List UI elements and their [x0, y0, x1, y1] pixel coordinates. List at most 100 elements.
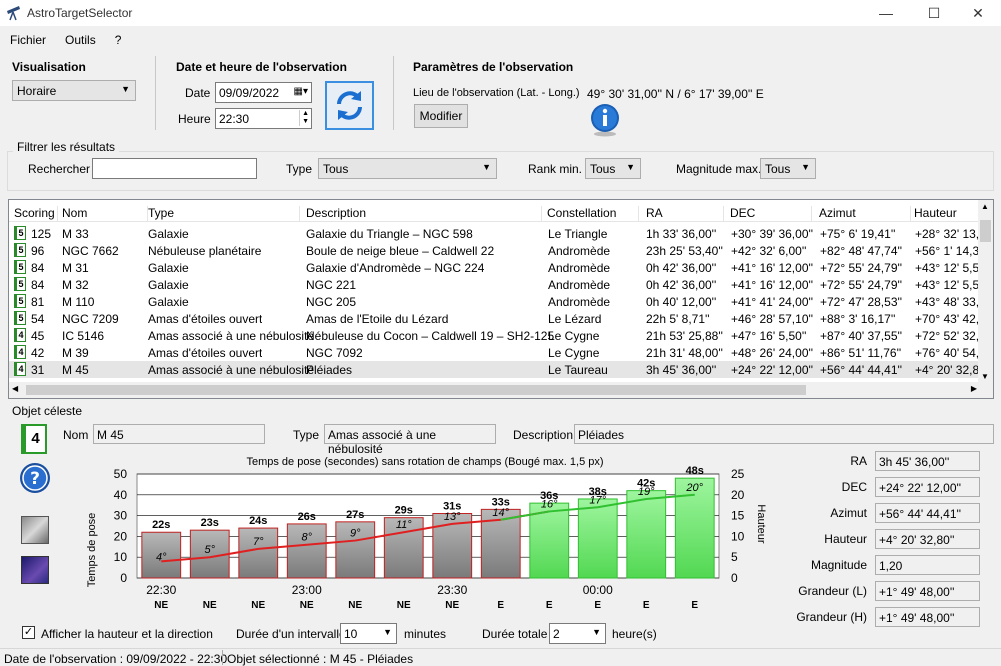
- targets-table: Scoring Nom Type Description Constellati…: [8, 199, 994, 399]
- table-row[interactable]: 5 81 M 110 Galaxie NGC 205 Andromède 0h 40' 12…: [9, 293, 986, 310]
- detail-label: Grandeur (H): [796, 610, 867, 624]
- total-select[interactable]: 2 ▼: [549, 623, 606, 644]
- col-dec[interactable]: DEC: [730, 206, 812, 222]
- cell-desc: Nébuleuse du Cocon – Caldwell 19 – SH2-1…: [306, 329, 555, 343]
- cell-az: +72° 55' 24,79'': [820, 278, 903, 292]
- info-icon[interactable]: [588, 103, 622, 137]
- calendar-icon: ▦▾: [293, 86, 308, 97]
- detail-value: +1° 49' 48,00'': [875, 581, 980, 601]
- col-ra[interactable]: RA: [646, 206, 724, 222]
- col-constellation[interactable]: Constellation: [547, 206, 639, 222]
- scroll-right-icon[interactable]: ▶: [971, 384, 977, 393]
- direction-label: E: [643, 600, 650, 611]
- scroll-thumb[interactable]: [26, 385, 806, 395]
- cell-ra: 0h 40' 12,00'': [646, 295, 717, 309]
- chevron-down-icon: ▼: [482, 162, 491, 172]
- col-nom[interactable]: Nom: [62, 206, 148, 222]
- height-label: 14°: [492, 507, 509, 519]
- bar-label: 48s: [686, 465, 704, 477]
- minimize-button[interactable]: —: [863, 0, 909, 26]
- status-bar: Date de l'observation : 09/09/2022 - 22:…: [0, 648, 1001, 666]
- exposure-bar: [626, 490, 667, 579]
- mag-filter-select[interactable]: Tous ▼: [760, 158, 816, 179]
- col-type[interactable]: Type: [148, 206, 300, 222]
- horizontal-scrollbar[interactable]: ◀ ▶: [9, 382, 993, 398]
- rank-icon: 4: [14, 328, 26, 342]
- show-height-checkbox[interactable]: ✓: [22, 626, 35, 639]
- maximize-button[interactable]: ☐: [911, 0, 957, 26]
- scroll-down-icon[interactable]: ▼: [981, 372, 989, 381]
- scroll-left-icon[interactable]: ◀: [12, 384, 18, 393]
- table-row[interactable]: 5 96 NGC 7662 Nébuleuse planétaire Boule de …: [9, 242, 986, 259]
- time-picker[interactable]: 22:30 ▲ ▼: [215, 108, 312, 129]
- col-description[interactable]: Description: [306, 206, 542, 222]
- cell-dec: +46° 28' 57,10'': [731, 312, 814, 326]
- type-filter-select[interactable]: Tous ▼: [318, 158, 497, 179]
- bar-label: 22s: [152, 519, 170, 531]
- interval-select[interactable]: 10 ▼: [340, 623, 397, 644]
- table-row[interactable]: 4 31 M 45 Amas associé à une nébulosité Pléi…: [9, 361, 986, 378]
- scroll-thumb[interactable]: [980, 220, 991, 242]
- col-hauteur[interactable]: Hauteur: [914, 206, 979, 222]
- table-row[interactable]: 5 125 M 33 Galaxie Galaxie du Triangle – NGC…: [9, 225, 986, 242]
- cell-haut: +43° 12' 5,59: [915, 278, 986, 292]
- y2-tick-label: 5: [731, 550, 738, 564]
- window-title: AstroTargetSelector: [27, 6, 133, 20]
- cell-score: 45: [31, 329, 45, 343]
- modify-button[interactable]: Modifier: [414, 104, 468, 128]
- table-row[interactable]: 4 45 IC 5146 Amas associé à une nébulosité N…: [9, 327, 986, 344]
- cell-type: Galaxie: [148, 278, 189, 292]
- interval-value: 10: [344, 627, 358, 641]
- vertical-scrollbar[interactable]: ▲ ▼: [978, 200, 993, 383]
- cell-desc: Galaxie du Triangle – NGC 598: [306, 227, 473, 241]
- cell-ra: 0h 42' 36,00'': [646, 261, 717, 275]
- cell-ra: 21h 53' 25,88'': [646, 329, 723, 343]
- direction-label: NE: [445, 600, 459, 611]
- sky-map-icon[interactable]: [21, 556, 49, 584]
- chevron-down-icon: ▼: [801, 162, 810, 172]
- table-row[interactable]: 5 54 NGC 7209 Amas d'étoiles ouvert Amas de …: [9, 310, 986, 327]
- rank-filter-select[interactable]: Tous ▼: [585, 158, 641, 179]
- height-label: 16°: [541, 498, 558, 510]
- bar-label: 24s: [249, 515, 267, 527]
- image-thumbnail-icon[interactable]: [21, 516, 49, 544]
- visualisation-select[interactable]: Horaire ▼: [12, 80, 136, 101]
- col-azimut[interactable]: Azimut: [819, 206, 911, 222]
- interval-label: Durée d'un intervalle: [236, 627, 346, 641]
- search-input[interactable]: [92, 158, 257, 179]
- cell-dec: +48° 26' 24,00'': [731, 346, 814, 360]
- close-button[interactable]: ✕: [955, 0, 1001, 26]
- cell-haut: +70° 43' 42,5: [915, 312, 986, 326]
- rank-icon: 5: [14, 226, 26, 240]
- cell-type: Amas d'étoiles ouvert: [148, 346, 263, 360]
- detail-label: RA: [850, 454, 867, 468]
- cell-score: 96: [31, 244, 45, 258]
- cell-nom: M 32: [62, 278, 89, 292]
- menu-help[interactable]: ?: [105, 30, 131, 47]
- menu-outils[interactable]: Outils: [55, 30, 105, 47]
- table-row[interactable]: 4 42 M 39 Amas d'étoiles ouvert NGC 7092 Le C…: [9, 344, 986, 361]
- menu-fichier[interactable]: Fichier: [0, 30, 55, 47]
- table-row[interactable]: 5 84 M 31 Galaxie Galaxie d'Andromède – NGC …: [9, 259, 986, 276]
- location-label: Lieu de l'observation (Lat. - Long.): [413, 87, 580, 99]
- table-row[interactable]: 5 84 M 32 Galaxie NGC 221 Andromède 0h 42' 36,…: [9, 276, 986, 293]
- cell-score: 84: [31, 278, 45, 292]
- menu-bar: Fichier Outils?: [0, 30, 130, 50]
- type-filter-label: Type: [286, 162, 313, 176]
- mag-filter-label: Magnitude max.: [676, 162, 762, 176]
- scroll-up-icon[interactable]: ▲: [981, 202, 989, 211]
- chevron-down-icon: ▼: [383, 627, 392, 637]
- detail-value: +1° 49' 48,00'': [875, 607, 980, 627]
- cell-ra: 23h 25' 53,40'': [646, 244, 723, 258]
- cell-score: 125: [31, 227, 52, 241]
- date-picker[interactable]: 09/09/2022 ▦▾: [215, 82, 312, 103]
- refresh-button[interactable]: [325, 81, 374, 130]
- help-icon[interactable]: ?: [19, 462, 51, 494]
- rank-icon: 5: [14, 311, 26, 325]
- direction-label: NE: [300, 600, 314, 611]
- cell-type: Galaxie: [148, 227, 189, 241]
- spin-arrows-icon[interactable]: ▲ ▼: [299, 110, 309, 126]
- y-tick-label: 0: [120, 571, 127, 585]
- exposure-chart: Temps de pose (secondes) sans rotation d…: [86, 456, 767, 611]
- col-scoring[interactable]: Scoring: [14, 206, 58, 222]
